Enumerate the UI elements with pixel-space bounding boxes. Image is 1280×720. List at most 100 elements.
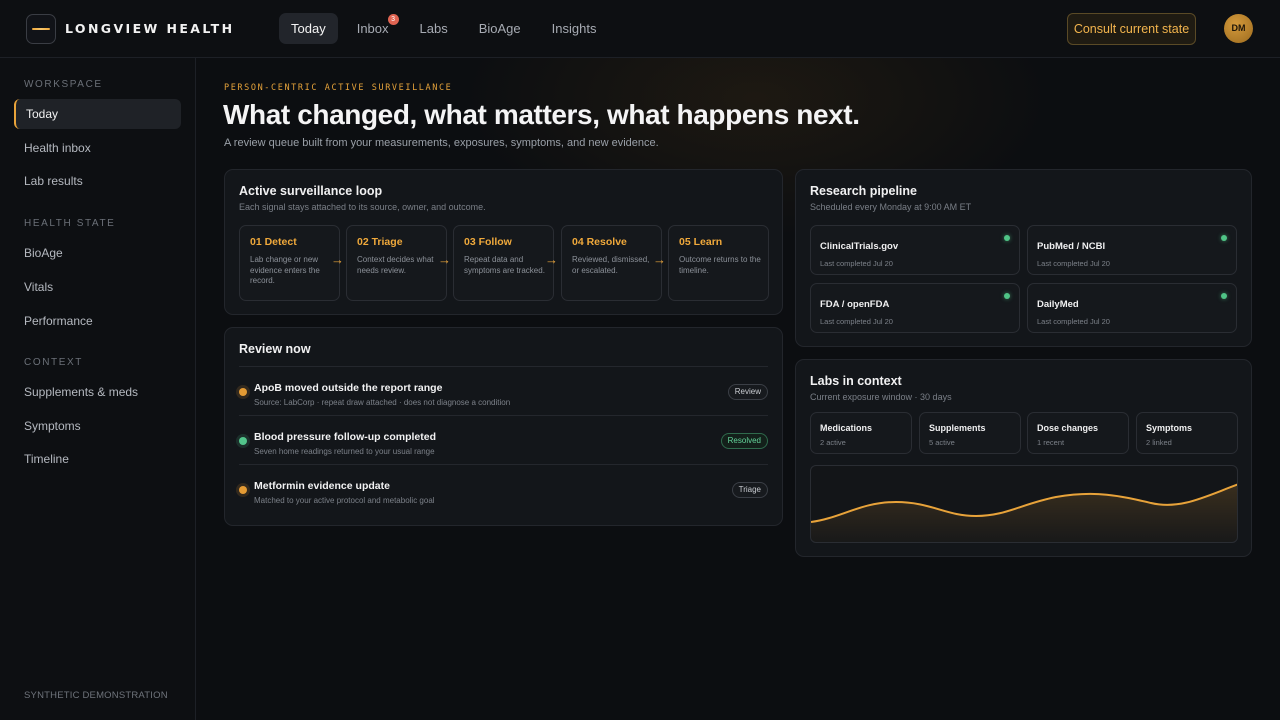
top-bar: LONGVIEW HEALTH Today Inbox 3 Labs BioAge… xyxy=(0,0,1280,58)
hero-eyebrow: PERSON-CENTRIC ACTIVE SURVEILLANCE xyxy=(224,83,453,93)
logo-icon[interactable] xyxy=(26,14,56,44)
sidebar-item-performance[interactable]: Performance xyxy=(14,306,181,336)
row-title: Blood pressure follow-up completed xyxy=(254,431,437,443)
status-dot-icon xyxy=(1221,293,1227,299)
status-badge[interactable]: Triage xyxy=(731,482,768,498)
row-title: ApoB moved outside the report range xyxy=(254,382,443,394)
step-description: Repeat data and symptoms are tracked. xyxy=(464,255,545,275)
context-tile-symptoms[interactable]: Symptoms 2 linked xyxy=(1136,412,1238,454)
tile-count: 1 recent xyxy=(1037,438,1065,447)
sidebar-section-context: CONTEXT xyxy=(24,357,83,368)
exposure-trend-sparkline xyxy=(810,465,1238,543)
source-name: ClinicalTrials.gov xyxy=(820,241,899,252)
review-now-card: Review now ApoB moved outside the report… xyxy=(224,327,783,526)
tile-name: Symptoms xyxy=(1146,423,1193,433)
source-last-completed: Last completed Jul 20 xyxy=(820,259,893,268)
tile-name: Supplements xyxy=(929,423,986,433)
status-dot-icon xyxy=(1004,293,1010,299)
step-description: Reviewed, dismissed, or escalated. xyxy=(572,255,650,275)
sidebar-item-bioage[interactable]: BioAge xyxy=(14,238,181,268)
step-title: 05 Learn xyxy=(679,236,723,248)
page-subtitle: A review queue built from your measureme… xyxy=(224,137,659,149)
source-name: PubMed / NCBI xyxy=(1037,241,1106,252)
nav-tab-label: Inbox xyxy=(356,21,389,36)
step-description: Outcome returns to the timeline. xyxy=(679,255,761,275)
sidebar-section-health-state: HEALTH STATE xyxy=(24,218,116,229)
card-title: Active surveillance loop xyxy=(239,184,383,198)
nav-tab-bioage[interactable]: BioAge xyxy=(467,13,533,44)
card-subtitle: Each signal stays attached to its source… xyxy=(239,202,486,212)
nav-tab-labs[interactable]: Labs xyxy=(408,13,460,44)
status-badge[interactable]: Review xyxy=(727,384,768,400)
review-row[interactable]: Blood pressure follow-up completed Seven… xyxy=(239,415,768,464)
sidebar-item-health-inbox[interactable]: Health inbox xyxy=(14,133,181,163)
review-row[interactable]: Metformin evidence update Matched to you… xyxy=(239,464,768,513)
loop-step-triage[interactable]: 02 Triage Context decides what needs rev… xyxy=(346,225,447,301)
source-dailymed[interactable]: DailyMed Last completed Jul 20 xyxy=(1027,283,1237,333)
main-content: PERSON-CENTRIC ACTIVE SURVEILLANCE What … xyxy=(196,58,1280,720)
step-title: 01 Detect xyxy=(250,236,297,248)
sidebar-item-today[interactable]: Today xyxy=(14,99,181,129)
row-subtitle: Source: LabCorp · repeat draw attached ·… xyxy=(254,398,511,407)
sparkline-svg xyxy=(811,483,1237,542)
nav-tab-inbox[interactable]: Inbox 3 xyxy=(345,13,401,44)
source-last-completed: Last completed Jul 20 xyxy=(820,317,893,326)
tile-count: 5 active xyxy=(929,438,955,447)
step-title: 03 Follow xyxy=(464,236,512,248)
source-last-completed: Last completed Jul 20 xyxy=(1037,259,1110,268)
sidebar-item-lab-results[interactable]: Lab results xyxy=(14,166,181,196)
card-subtitle: Current exposure window · 30 days xyxy=(810,392,952,402)
status-dot-icon xyxy=(239,486,247,494)
consult-button[interactable]: Consult current state xyxy=(1067,13,1196,45)
avatar[interactable]: DM xyxy=(1224,14,1253,43)
source-openfda[interactable]: FDA / openFDA Last completed Jul 20 xyxy=(810,283,1020,333)
surveillance-loop-card: Active surveillance loop Each signal sta… xyxy=(224,169,783,315)
sidebar-item-symptoms[interactable]: Symptoms xyxy=(14,411,181,441)
row-subtitle: Matched to your active protocol and meta… xyxy=(254,496,435,505)
tile-name: Dose changes xyxy=(1037,423,1099,433)
step-title: 02 Triage xyxy=(357,236,403,248)
loop-step-resolve[interactable]: 04 Resolve Reviewed, dismissed, or escal… xyxy=(561,225,662,301)
card-title: Research pipeline xyxy=(810,184,917,198)
nav-tab-label: Insights xyxy=(551,21,597,36)
source-clinicaltrials[interactable]: ClinicalTrials.gov Last completed Jul 20 xyxy=(810,225,1020,275)
status-dot-icon xyxy=(239,388,247,396)
nav-tab-label: Labs xyxy=(419,21,448,36)
tile-name: Medications xyxy=(820,423,873,433)
nav-tab-insights[interactable]: Insights xyxy=(540,13,609,44)
sidebar-item-timeline[interactable]: Timeline xyxy=(14,444,181,474)
loop-step-detect[interactable]: 01 Detect Lab change or new evidence ent… xyxy=(239,225,340,301)
status-dot-icon xyxy=(239,437,247,445)
brand-name[interactable]: LONGVIEW HEALTH xyxy=(65,21,234,36)
nav-tab-label: Today xyxy=(291,21,326,36)
context-tile-medications[interactable]: Medications 2 active xyxy=(810,412,912,454)
arrow-right-icon: → xyxy=(438,252,451,267)
row-subtitle: Seven home readings returned to your usu… xyxy=(254,447,435,456)
status-dot-icon xyxy=(1004,235,1010,241)
source-pubmed[interactable]: PubMed / NCBI Last completed Jul 20 xyxy=(1027,225,1237,275)
nav-tab-label: BioAge xyxy=(478,21,521,36)
labs-in-context-card: Labs in context Current exposure window … xyxy=(795,359,1252,557)
loop-step-follow[interactable]: 03 Follow Repeat data and symptoms are t… xyxy=(453,225,554,301)
context-tile-supplements[interactable]: Supplements 5 active xyxy=(919,412,1021,454)
context-tile-dose-changes[interactable]: Dose changes 1 recent xyxy=(1027,412,1129,454)
tile-count: 2 linked xyxy=(1146,438,1172,447)
review-row[interactable]: ApoB moved outside the report range Sour… xyxy=(239,366,768,415)
arrow-right-icon: → xyxy=(331,252,344,267)
arrow-right-icon: → xyxy=(545,252,558,267)
status-badge[interactable]: Resolved xyxy=(720,433,768,449)
source-name: DailyMed xyxy=(1037,299,1079,310)
row-title: Metformin evidence update xyxy=(254,480,390,492)
sidebar-footer-note: SYNTHETIC DEMONSTRATION xyxy=(24,690,168,701)
source-last-completed: Last completed Jul 20 xyxy=(1037,317,1110,326)
status-dot-icon xyxy=(1221,235,1227,241)
sidebar-item-vitals[interactable]: Vitals xyxy=(14,272,181,302)
card-title: Labs in context xyxy=(810,374,902,388)
loop-step-learn[interactable]: 05 Learn Outcome returns to the timeline… xyxy=(668,225,769,301)
sidebar-section-workspace: WORKSPACE xyxy=(24,79,103,90)
sidebar-item-supplements-meds[interactable]: Supplements & meds xyxy=(14,377,181,407)
source-name: FDA / openFDA xyxy=(820,299,890,310)
nav-tab-today[interactable]: Today xyxy=(279,13,338,44)
page-title: What changed, what matters, what happens… xyxy=(223,99,860,130)
card-title: Review now xyxy=(239,342,311,356)
